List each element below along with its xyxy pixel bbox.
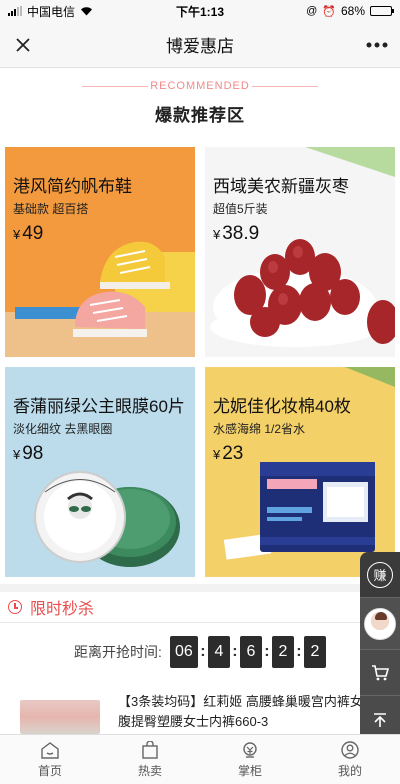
product-title: 【3条装均码】红莉姬 高腰蜂巢暖宫内裤女无缝收腹提臀塑腰女士内裤660-3 — [118, 694, 400, 729]
recommended-header: RECOMMENDED 爆款推荐区 — [0, 68, 400, 146]
countdown: 距离开抢时间: 06 : 4 : 6 : 2 : 2 — [0, 634, 400, 670]
floating-side-bar: 赚 — [360, 552, 400, 744]
countdown-minutes-tens: 4 — [207, 636, 230, 668]
earn-icon: 赚 — [367, 561, 393, 588]
wifi-icon — [80, 6, 93, 16]
recommended-label: RECOMMENDED — [150, 80, 250, 92]
tab-hot-sale[interactable]: 热卖 — [100, 735, 200, 784]
alarm-icon: ⏰ — [322, 5, 336, 18]
product-thumbnail — [20, 700, 100, 734]
rotation-lock-icon: @ — [306, 5, 318, 17]
tab-label: 首页 — [37, 763, 62, 778]
countdown-label: 距离开抢时间: — [74, 644, 162, 660]
nav-bar: 博爱惠店 — [0, 22, 400, 68]
product-card-cotton-pads[interactable]: 尤妮佳化妆棉40枚 水感海绵 1/2省水 ¥23 — [205, 367, 395, 577]
countdown-seconds-tens: 2 — [271, 636, 294, 668]
product-subtitle: 淡化细纹 去黑眼圈 — [13, 422, 113, 436]
divider — [0, 622, 400, 623]
flash-sale-item[interactable]: 【3条装均码】红莉姬 高腰蜂巢暖宫内裤女无缝收腹提臀塑腰女士内裤660-3 — [0, 680, 400, 734]
shopkeeper-icon — [243, 741, 257, 758]
flash-sale-title: 限时秒杀 — [30, 601, 95, 618]
product-name: 香蒲丽绿公主眼膜60片 — [13, 397, 185, 416]
tab-bar: 首页 热卖 掌柜 我的 — [0, 734, 400, 784]
tab-label: 掌柜 — [237, 763, 262, 778]
product-subtitle: 超值5斤装 — [213, 202, 268, 216]
shopkeeper-avatar-button[interactable] — [360, 598, 400, 650]
more-dots-icon[interactable] — [354, 22, 400, 68]
countdown-seconds-ones: 2 — [303, 636, 326, 668]
product-name: 西域美农新疆灰枣 — [213, 177, 349, 196]
back-to-top-icon — [374, 712, 386, 727]
countdown-minutes-ones: 6 — [239, 636, 262, 668]
avatar — [364, 607, 396, 640]
countdown-hours: 06 — [169, 636, 198, 668]
carrier: 中国电信 — [27, 4, 76, 19]
product-card-jujube[interactable]: 西域美农新疆灰枣 超值5斤装 ¥38.9 — [205, 147, 395, 357]
signal-icon — [8, 6, 22, 16]
tab-mine[interactable]: 我的 — [300, 735, 400, 784]
user-icon — [341, 740, 359, 759]
earn-button[interactable]: 赚 — [360, 552, 400, 598]
battery-icon — [370, 6, 394, 16]
shopping-bag-icon — [142, 740, 158, 759]
tab-label: 我的 — [337, 763, 362, 778]
product-price: ¥98 — [13, 443, 44, 464]
product-price: ¥38.9 — [213, 223, 260, 244]
tab-home[interactable]: 首页 — [0, 735, 100, 784]
cart-icon — [372, 664, 389, 680]
product-card-eye-mask[interactable]: 香蒲丽绿公主眼膜60片 淡化细纹 去黑眼圈 ¥98 — [5, 367, 195, 577]
canvas-shoes-image — [5, 241, 195, 357]
cart-button[interactable] — [360, 650, 400, 696]
product-card-canvas-shoes[interactable]: 港风简约帆布鞋 基础款 超百搭 ¥49 — [5, 147, 195, 357]
recommended-title: 爆款推荐区 — [155, 106, 245, 125]
main-content: RECOMMENDED 爆款推荐区 港风简约帆布鞋 基础款 超百搭 ¥49 西域… — [0, 68, 400, 734]
close-icon[interactable] — [0, 22, 46, 68]
page-title: 博爱惠店 — [166, 37, 234, 56]
battery-percent: 68% — [340, 4, 365, 18]
status-time: 下午1:13 — [175, 4, 225, 19]
divider-line — [252, 86, 318, 87]
tab-shopkeeper[interactable]: 掌柜 — [200, 735, 300, 784]
flash-sale-header: 限时秒杀 — [0, 584, 400, 622]
product-subtitle: 水感海绵 1/2省水 — [213, 422, 306, 436]
tab-label: 热卖 — [137, 763, 162, 778]
home-icon — [41, 741, 59, 759]
product-name: 尤妮佳化妆棉40枚 — [213, 397, 351, 416]
status-bar: 中国电信 下午1:13 @ ⏰ 68% — [0, 0, 400, 22]
product-price: ¥23 — [213, 443, 244, 464]
clock-icon — [8, 600, 22, 614]
